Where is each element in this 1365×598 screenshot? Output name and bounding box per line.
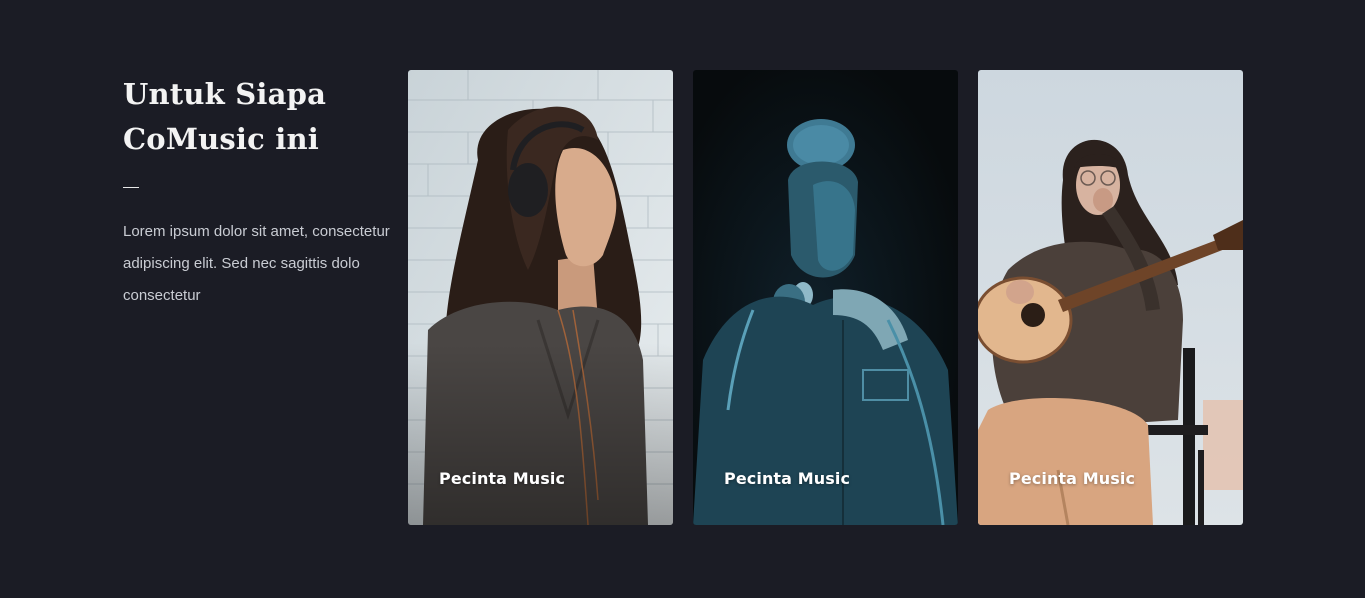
card-1-label: Pecinta Music xyxy=(439,469,566,488)
card-2-photo xyxy=(693,70,958,525)
card-1-photo xyxy=(408,70,673,525)
page: Untuk Siapa CoMusic ini Lorem ipsum dolo… xyxy=(0,0,1365,598)
section-description: Lorem ipsum dolor sit amet, consectetur … xyxy=(123,223,390,304)
card-2-label: Pecinta Music xyxy=(724,469,851,488)
intro-section: Untuk Siapa CoMusic ini Lorem ipsum dolo… xyxy=(123,72,393,312)
title-divider xyxy=(123,187,139,188)
card-3-photo xyxy=(978,70,1243,525)
section-title: Untuk Siapa CoMusic ini xyxy=(123,72,393,162)
audience-card-2[interactable]: Pecinta Music xyxy=(693,70,958,525)
audience-card-1[interactable]: Pecinta Music xyxy=(408,70,673,525)
audience-card-3[interactable]: Pecinta Music xyxy=(978,70,1243,525)
card-3-label: Pecinta Music xyxy=(1009,469,1136,488)
section-title-line-2: CoMusic ini xyxy=(123,122,320,156)
section-title-line-1: Untuk Siapa xyxy=(123,77,327,111)
